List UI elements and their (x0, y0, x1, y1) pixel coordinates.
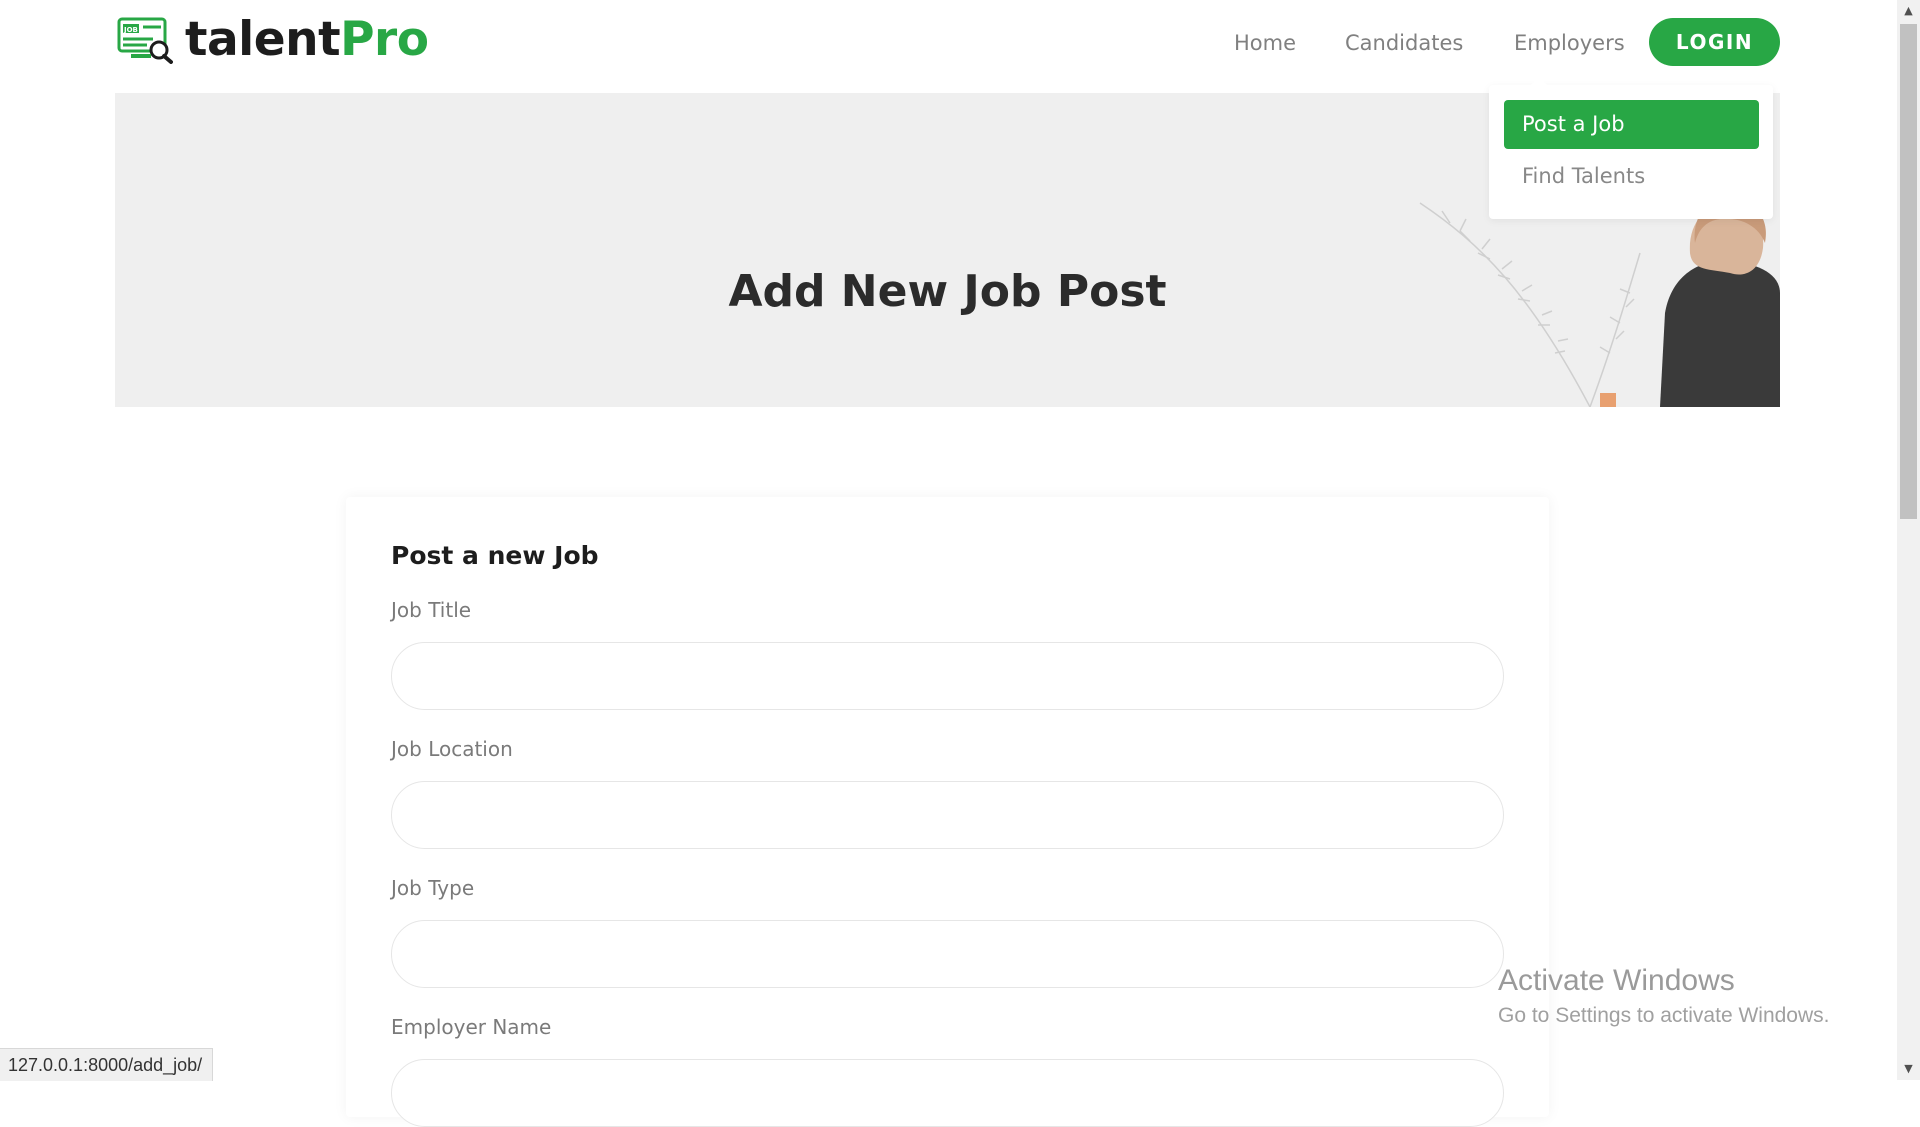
brand-logo[interactable]: JOB talentPro (117, 16, 429, 64)
post-job-form-card: Post a new Job Job Title Job Location Jo… (346, 497, 1549, 1127)
employers-dropdown-menu: Post a Job Find Talents (1489, 77, 1773, 219)
login-button[interactable]: LOGIN (1649, 18, 1780, 66)
job-type-label: Job Type (391, 876, 475, 900)
scrollbar-thumb[interactable] (1900, 24, 1917, 519)
job-title-input[interactable] (391, 642, 1504, 710)
windows-activation-subtitle: Go to Settings to activate Windows. (1498, 1004, 1830, 1027)
scroll-up-arrow-icon[interactable]: ▲ (1897, 0, 1920, 22)
nav-home[interactable]: Home (1234, 30, 1296, 56)
brand-name: talentPro (185, 16, 429, 64)
status-bar-url: 127.0.0.1:8000/add_job/ (0, 1048, 214, 1081)
page-title: Add New Job Post (728, 266, 1167, 317)
vertical-scrollbar[interactable]: ▲ ▼ (1897, 0, 1920, 1080)
job-search-icon: JOB (117, 17, 173, 64)
nav-employers[interactable]: Employers (1514, 30, 1625, 56)
job-type-input[interactable] (391, 920, 1504, 988)
nav-candidates[interactable]: Candidates (1345, 30, 1463, 56)
dropdown-item-post-a-job[interactable]: Post a Job (1504, 100, 1759, 149)
employer-name-input[interactable] (391, 1059, 1504, 1127)
logo-icon-text: JOB (123, 26, 138, 34)
dropdown-item-find-talents[interactable]: Find Talents (1504, 152, 1759, 201)
scroll-down-arrow-icon[interactable]: ▼ (1897, 1058, 1920, 1080)
brand-name-part2: Pro (340, 12, 429, 67)
brand-name-part1: talent (185, 12, 341, 67)
job-location-label: Job Location (391, 737, 513, 761)
job-title-label: Job Title (391, 598, 472, 622)
windows-activation-title: Activate Windows (1498, 964, 1735, 997)
job-location-input[interactable] (391, 781, 1504, 849)
employer-name-label: Employer Name (391, 1015, 552, 1039)
form-title: Post a new Job (391, 541, 599, 570)
